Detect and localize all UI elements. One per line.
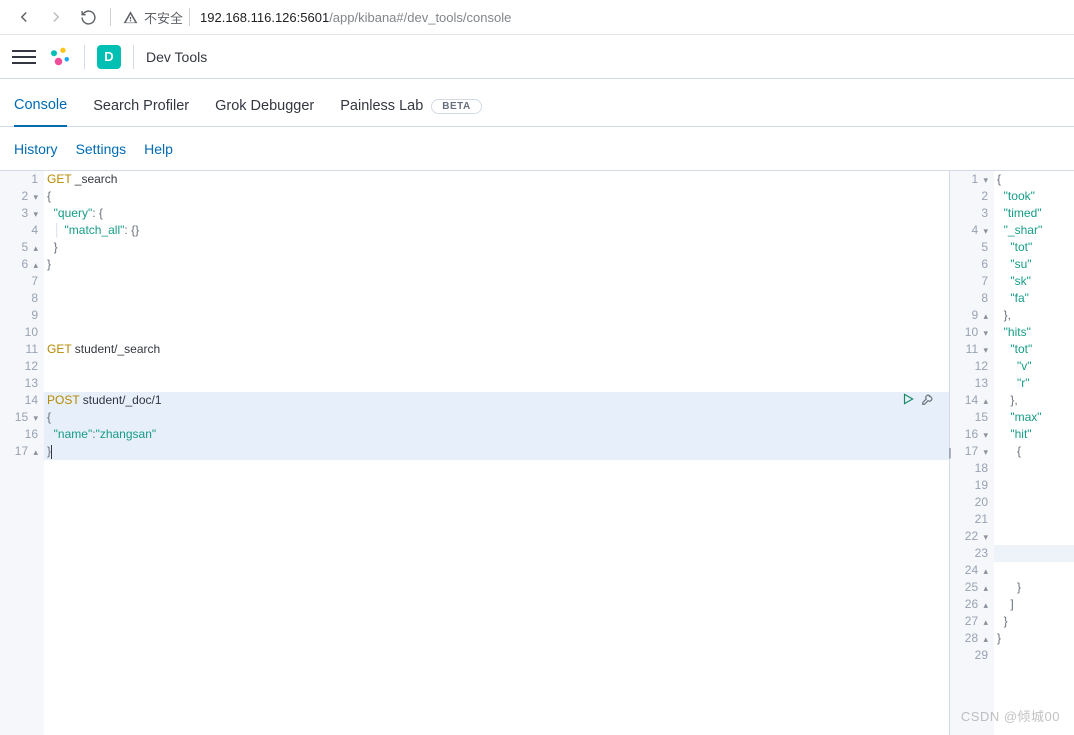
console-subnav: History Settings Help [0, 127, 1074, 171]
divider [110, 8, 111, 26]
line-gutter: 12 ▾3 ▾45 ▴6 ▴789101112131415 ▾1617 ▴ [0, 171, 44, 735]
pane-splitter[interactable]: || [948, 447, 950, 459]
tab-console[interactable]: Console [14, 97, 67, 127]
subnav-settings[interactable]: Settings [76, 141, 127, 157]
browser-chrome: 不安全 192.168.116.126:5601/app/kibana#/dev… [0, 0, 1074, 35]
tab-search-profiler[interactable]: Search Profiler [93, 98, 189, 126]
line-gutter: 1 ▾234 ▾56789 ▴10 ▾11 ▾121314 ▴1516 ▾17 … [950, 171, 994, 735]
kibana-logo[interactable] [48, 45, 72, 69]
app-name: Dev Tools [146, 49, 207, 65]
divider [189, 8, 190, 26]
play-icon[interactable] [901, 392, 915, 411]
tab-grok-debugger[interactable]: Grok Debugger [215, 98, 314, 126]
app-badge[interactable]: D [97, 45, 121, 69]
code-area: { "took" "timed" "_shar" "tot" "su" "sk"… [994, 171, 1074, 735]
menu-icon[interactable] [12, 46, 36, 68]
request-actions [901, 392, 935, 411]
divider [133, 45, 134, 69]
reload-icon[interactable] [72, 1, 104, 33]
security-badge[interactable]: 不安全 [123, 8, 183, 27]
url-bar[interactable]: 192.168.116.126:5601/app/kibana#/dev_too… [200, 10, 511, 25]
devtools-tabs: Console Search Profiler Grok Debugger Pa… [0, 79, 1074, 127]
watermark: CSDN @倾城00 [961, 706, 1060, 725]
workspace: 12 ▾3 ▾45 ▴6 ▴789101112131415 ▾1617 ▴ GE… [0, 171, 1074, 735]
request-editor[interactable]: 12 ▾3 ▾45 ▴6 ▴789101112131415 ▾1617 ▴ GE… [0, 171, 950, 735]
forward-icon [40, 1, 72, 33]
insecure-label: 不安全 [144, 8, 183, 27]
code-area[interactable]: GET _search{ "query": { │ "match_all": {… [44, 171, 949, 735]
back-icon[interactable] [8, 1, 40, 33]
subnav-help[interactable]: Help [144, 141, 173, 157]
tab-painless-lab[interactable]: Painless LabBETA [340, 98, 482, 126]
beta-badge: BETA [431, 99, 481, 114]
divider [84, 45, 85, 69]
subnav-history[interactable]: History [14, 141, 58, 157]
warning-icon [123, 10, 138, 25]
response-output[interactable]: 1 ▾234 ▾56789 ▴10 ▾11 ▾121314 ▴1516 ▾17 … [950, 171, 1074, 735]
app-header: D Dev Tools [0, 35, 1074, 79]
wrench-icon[interactable] [921, 392, 935, 411]
